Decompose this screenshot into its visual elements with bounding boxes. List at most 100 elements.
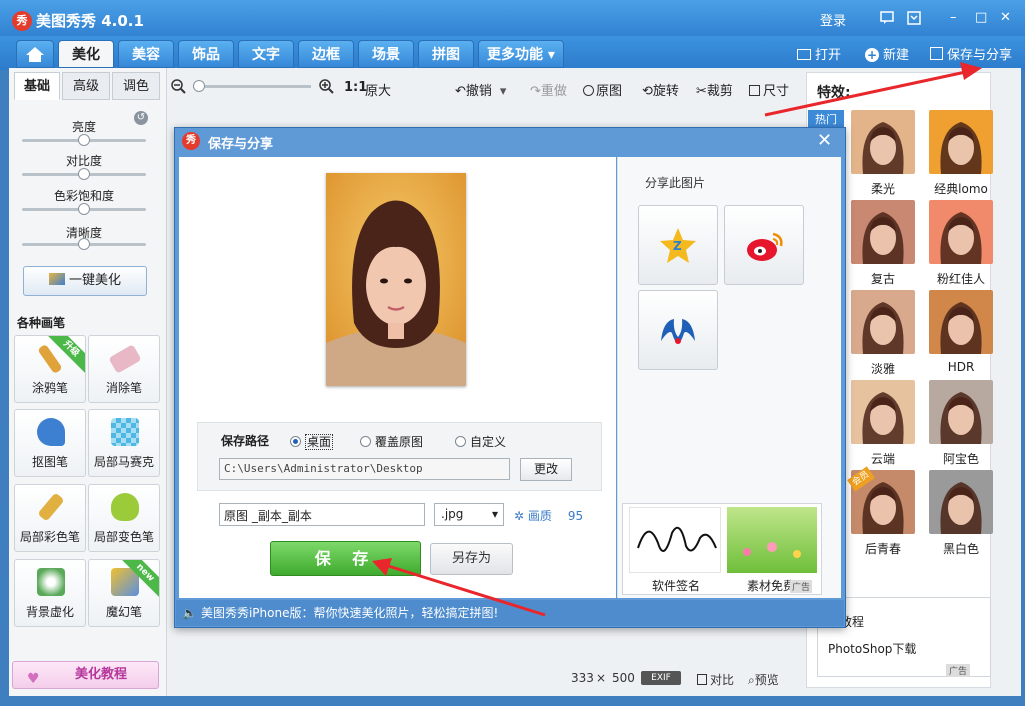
effect-thumb[interactable] [851, 200, 915, 264]
effect-label[interactable]: 后青春 [843, 540, 923, 557]
original-button[interactable]: 原图 [583, 80, 622, 99]
open-button[interactable]: 打开 [797, 44, 841, 63]
tab-accessories[interactable]: 饰品 [178, 40, 234, 68]
zoom-knob[interactable] [193, 80, 205, 92]
tab-more[interactable]: 更多功能 ▾ [478, 40, 564, 68]
radio-desktop[interactable]: 桌面 [290, 433, 334, 450]
minimize-button[interactable]: – [950, 10, 957, 25]
effect-label[interactable]: 云端 [843, 450, 923, 467]
sharpness-slider[interactable] [22, 238, 146, 250]
material-ad-image[interactable] [727, 507, 817, 573]
brush-cutout[interactable]: 抠图笔 [14, 409, 86, 477]
ad-label-material[interactable]: 素材免费 [747, 577, 795, 594]
brush-recolor[interactable]: 局部变色笔 [88, 484, 160, 552]
exif-button[interactable]: EXIF [641, 671, 681, 685]
effect-label[interactable]: 柔光 [843, 180, 923, 197]
save-as-button[interactable]: 另存为 [430, 543, 513, 575]
renren-icon [661, 319, 695, 344]
brightness-slider[interactable] [22, 134, 146, 146]
share-qzone-button[interactable]: Z [638, 205, 718, 285]
new-button[interactable]: + 新建 [865, 44, 909, 63]
chevron-down-icon[interactable]: ▾ [500, 84, 507, 99]
close-button[interactable]: ✕ [1000, 10, 1011, 25]
brush-mosaic[interactable]: 局部马赛克 [88, 409, 160, 477]
brush-eraser[interactable]: 消除笔 [88, 335, 160, 403]
effect-label[interactable]: 淡雅 [843, 360, 923, 377]
contrast-slider[interactable] [22, 168, 146, 180]
brush-magic[interactable]: new 魔幻笔 [88, 559, 160, 627]
effect-label[interactable]: 黑白色 [921, 540, 1001, 557]
effect-label[interactable]: 经典lomo [921, 180, 1001, 197]
effect-thumb[interactable] [929, 470, 993, 534]
change-path-button[interactable]: 更改 [520, 458, 572, 481]
effect-thumb[interactable] [851, 380, 915, 444]
effect-label[interactable]: 复古 [843, 270, 923, 287]
effect-thumb[interactable] [851, 290, 915, 354]
undo-button[interactable]: ↶撤销 ▾ [455, 80, 506, 99]
resize-button[interactable]: 尺寸 [749, 80, 789, 99]
saturation-slider[interactable] [22, 203, 146, 215]
signature-ad-image[interactable] [629, 507, 721, 573]
one-key-beautify-button[interactable]: 一键美化 [23, 266, 147, 296]
slider-knob[interactable] [78, 238, 90, 250]
tab-collage[interactable]: 拼图 [418, 40, 474, 68]
zoom-slider[interactable] [193, 80, 311, 92]
save-path-input[interactable]: C:\Users\Administrator\Desktop [219, 458, 510, 480]
dialog-close-button[interactable]: ✕ [817, 131, 832, 151]
chevron-down-icon: ▾ [491, 507, 498, 521]
brush-blur-bg[interactable]: 背景虚化 [14, 559, 86, 627]
share-weibo-button[interactable] [724, 205, 804, 285]
share-renren-button[interactable] [638, 290, 718, 370]
save-button[interactable]: 保 存 [270, 541, 421, 576]
preview-button[interactable]: ⌕预览 [748, 671, 779, 688]
radio-dot[interactable] [455, 436, 466, 447]
tab-beautify[interactable]: 美化 [58, 40, 114, 68]
effect-thumb[interactable] [929, 200, 993, 264]
brush-color[interactable]: 局部彩色笔 [14, 484, 86, 552]
maximize-button[interactable]: □ [975, 10, 987, 25]
radio-custom[interactable]: 自定义 [455, 433, 506, 450]
zoom-out-icon[interactable] [170, 78, 186, 94]
tab-advanced[interactable]: 高级 [62, 72, 110, 100]
tab-text[interactable]: 文字 [238, 40, 294, 68]
dialog-footer[interactable]: 🔈 美图秀秀iPhone版：帮你快速美化照片，轻松搞定拼图! [176, 600, 844, 626]
radio-dot[interactable] [360, 436, 371, 447]
tab-basic[interactable]: 基础 [14, 72, 60, 100]
ad-text-2[interactable]: PhotoShop下载 [828, 640, 916, 657]
rotate-button[interactable]: ⟲旋转 [642, 80, 679, 99]
brush-doodle[interactable]: 升级 涂鸦笔 [14, 335, 86, 403]
crop-button[interactable]: ✂裁剪 [696, 80, 733, 99]
effect-label[interactable]: HDR [921, 360, 1001, 374]
tab-frame[interactable]: 边框 [298, 40, 354, 68]
home-tab[interactable] [16, 40, 54, 68]
slider-knob[interactable] [78, 134, 90, 146]
effect-label[interactable]: 粉红佳人 [921, 270, 1001, 287]
slider-knob[interactable] [78, 168, 90, 180]
compare-button[interactable]: 对比 [697, 671, 734, 688]
login-link[interactable]: 登录 [820, 10, 846, 29]
zoom-in-icon[interactable] [318, 78, 334, 94]
extension-select[interactable]: .jpg ▾ [434, 503, 504, 526]
tab-color[interactable]: 调色 [112, 72, 160, 100]
dialog-title: 保存与分享 [208, 137, 274, 152]
message-icon[interactable] [880, 11, 894, 25]
tab-scene[interactable]: 场景 [358, 40, 414, 68]
redo-button[interactable]: ↷重做 [530, 80, 567, 99]
ad-label-signature[interactable]: 软件签名 [652, 577, 700, 594]
effect-thumb[interactable] [851, 110, 915, 174]
beautify-tutorial-button[interactable]: ♥ 美化教程 [12, 661, 159, 689]
original-size-button[interactable]: 原大 [365, 80, 391, 99]
slider-knob[interactable] [78, 203, 90, 215]
save-share-button[interactable]: 保存与分享 [930, 44, 1012, 63]
effect-thumb[interactable] [929, 380, 993, 444]
menu-icon[interactable] [907, 11, 921, 25]
effect-thumb[interactable] [929, 110, 993, 174]
share-label: 分享此图片 [645, 176, 706, 190]
filename-input[interactable]: 原图 _副本_副本 [219, 503, 425, 526]
radio-dot[interactable] [290, 436, 301, 447]
effect-thumb[interactable] [929, 290, 993, 354]
effect-label[interactable]: 阿宝色 [921, 450, 1001, 467]
tab-face[interactable]: 美容 [118, 40, 174, 68]
quality-control[interactable]: ✲ 画质 95 [514, 507, 583, 524]
radio-overwrite[interactable]: 覆盖原图 [360, 433, 423, 450]
